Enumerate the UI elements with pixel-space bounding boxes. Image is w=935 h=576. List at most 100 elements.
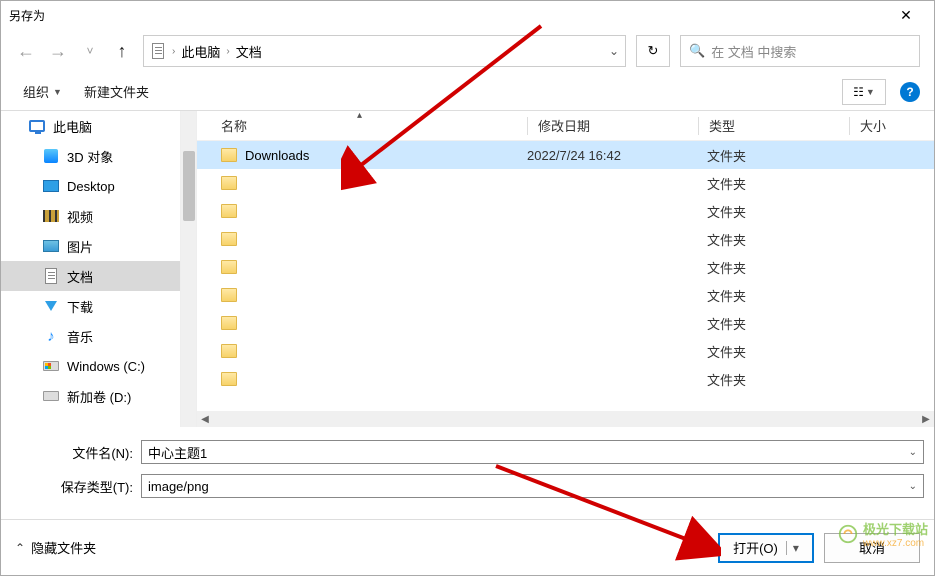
file-type: 文件夹 <box>697 370 847 389</box>
open-button[interactable]: 打开(O) ▾ <box>718 533 814 563</box>
file-row[interactable]: Downloads 2022/7/24 16:42文件夹 <box>197 141 934 169</box>
file-type: 文件夹 <box>697 342 847 361</box>
sidebar-item-label: 3D 对象 <box>67 147 113 166</box>
file-row[interactable]: 文件夹 <box>197 365 934 393</box>
chevron-down-icon[interactable]: ⌄ <box>909 447 917 458</box>
sidebar-item-label: 图片 <box>67 237 93 256</box>
scroll-right-icon[interactable]: ▶ <box>918 414 934 425</box>
chevron-down-icon: ▼ <box>866 87 875 97</box>
view-mode-button[interactable]: ☷ ▼ <box>842 79 886 105</box>
sidebar-item-Windows (C:)[interactable]: Windows (C:) <box>1 351 180 381</box>
breadcrumb[interactable]: › 此电脑 › 文档 ⌄ <box>143 35 626 67</box>
refresh-button[interactable]: ↻ <box>636 35 670 67</box>
file-panel: ▴ 名称 修改日期 类型 大小 Downloads 2022/7/24 16:42… <box>197 111 934 427</box>
sidebar-item-label: 下载 <box>67 297 93 316</box>
sidebar-item-新加卷 (D:)[interactable]: 新加卷 (D:) <box>1 381 180 411</box>
pic-icon <box>43 238 59 254</box>
nav-recent-icon[interactable]: ˅ <box>79 44 101 58</box>
chevron-down-icon[interactable]: ⌄ <box>609 44 619 58</box>
folder-icon <box>221 204 237 218</box>
folder-icon <box>221 148 237 162</box>
file-type: 文件夹 <box>697 202 847 221</box>
help-button[interactable]: ? <box>900 82 920 102</box>
drive-icon <box>43 388 59 404</box>
breadcrumb-root[interactable]: 此电脑 <box>181 42 220 61</box>
search-icon: 🔍 <box>689 43 705 59</box>
music-icon: ♪ <box>43 328 59 344</box>
file-row[interactable]: 文件夹 <box>197 253 934 281</box>
organize-button[interactable]: 组织 ▼ <box>15 78 70 105</box>
column-date[interactable]: 修改日期 <box>528 116 698 135</box>
doc-icon <box>43 268 59 284</box>
save-form: 文件名(N): 中心主题1 ⌄ 保存类型(T): image/png ⌄ <box>1 427 934 501</box>
file-name: Downloads <box>245 148 309 163</box>
chevron-right-icon: › <box>172 46 175 57</box>
filetype-label: 保存类型(T): <box>11 477 141 496</box>
file-row[interactable]: 文件夹 <box>197 225 934 253</box>
toolbar: 组织 ▼ 新建文件夹 ☷ ▼ ? <box>1 73 934 111</box>
horizontal-scrollbar[interactable]: ◀ ▶ <box>197 411 934 427</box>
file-row[interactable]: 文件夹 <box>197 337 934 365</box>
watermark-logo-icon <box>837 523 859 545</box>
sidebar-item-文档[interactable]: 文档 <box>1 261 180 291</box>
folder-icon <box>221 344 237 358</box>
video-icon <box>43 208 59 224</box>
chevron-down-icon: ▼ <box>53 87 62 97</box>
sidebar-item-Desktop[interactable]: Desktop <box>1 171 180 201</box>
folder-icon <box>221 176 237 190</box>
computer-icon <box>29 118 45 134</box>
sidebar-tree[interactable]: 此电脑 3D 对象 Desktop视频图片文档下载 ♪音乐 Windows (C:) 新加… <box>1 111 181 427</box>
hide-folders-link[interactable]: 隐藏文件夹 <box>31 538 96 557</box>
sidebar-item-图片[interactable]: 图片 <box>1 231 180 261</box>
desktop-icon <box>43 178 59 194</box>
sidebar-item-label: Windows (C:) <box>67 359 145 374</box>
column-size[interactable]: 大小 <box>850 116 934 135</box>
sort-indicator-icon: ▴ <box>357 110 362 121</box>
document-icon <box>150 43 166 59</box>
filename-label: 文件名(N): <box>11 443 141 462</box>
chevron-down-icon[interactable]: ⌄ <box>909 481 917 492</box>
breadcrumb-current[interactable]: 文档 <box>236 42 262 61</box>
new-folder-button[interactable]: 新建文件夹 <box>76 78 157 105</box>
sidebar-scrollbar[interactable] <box>181 111 197 427</box>
filetype-select[interactable]: image/png ⌄ <box>141 474 924 498</box>
file-row[interactable]: 文件夹 <box>197 197 934 225</box>
sidebar-item-视频[interactable]: 视频 <box>1 201 180 231</box>
close-icon[interactable]: ✕ <box>886 7 926 24</box>
sidebar-item-3D 对象[interactable]: 3D 对象 <box>1 141 180 171</box>
sidebar-item-音乐[interactable]: ♪音乐 <box>1 321 180 351</box>
down-icon <box>43 298 59 314</box>
sidebar-item-label: 此电脑 <box>53 117 92 136</box>
expand-icon[interactable]: ⌃ <box>15 541 25 555</box>
folder-icon <box>221 316 237 330</box>
file-date: 2022/7/24 16:42 <box>527 148 697 163</box>
folder-icon <box>221 288 237 302</box>
titlebar: 另存为 ✕ <box>1 1 934 29</box>
scrollbar-thumb[interactable] <box>183 151 195 221</box>
blue3d-icon <box>43 148 59 164</box>
file-type: 文件夹 <box>697 258 847 277</box>
nav-up-icon[interactable]: ↑ <box>111 41 133 62</box>
sidebar-item-下载[interactable]: 下载 <box>1 291 180 321</box>
file-row[interactable]: 文件夹 <box>197 281 934 309</box>
column-headers: ▴ 名称 修改日期 类型 大小 <box>197 111 934 141</box>
nav-row: ← → ˅ ↑ › 此电脑 › 文档 ⌄ ↻ 🔍 在 文档 中搜索 <box>1 29 934 73</box>
file-type: 文件夹 <box>697 146 847 165</box>
watermark: 极光下载站 www.xz7.com <box>837 519 928 549</box>
chevron-right-icon: › <box>226 46 229 57</box>
file-list[interactable]: Downloads2022/7/24 16:42文件夹文件夹文件夹文件夹文件夹文… <box>197 141 934 411</box>
nav-back-icon[interactable]: ← <box>15 41 37 62</box>
chevron-down-icon: ▾ <box>786 541 799 555</box>
file-row[interactable]: 文件夹 <box>197 169 934 197</box>
drivewin-icon <box>43 358 59 374</box>
sidebar-item-此电脑[interactable]: 此电脑 <box>1 111 180 141</box>
sidebar-item-label: 文档 <box>67 267 93 286</box>
nav-forward-icon: → <box>47 41 69 62</box>
search-placeholder: 在 文档 中搜索 <box>711 42 796 61</box>
search-input[interactable]: 🔍 在 文档 中搜索 <box>680 35 920 67</box>
filename-input[interactable]: 中心主题1 ⌄ <box>141 440 924 464</box>
scroll-left-icon[interactable]: ◀ <box>197 414 213 425</box>
file-row[interactable]: 文件夹 <box>197 309 934 337</box>
file-type: 文件夹 <box>697 230 847 249</box>
column-type[interactable]: 类型 <box>699 116 849 135</box>
